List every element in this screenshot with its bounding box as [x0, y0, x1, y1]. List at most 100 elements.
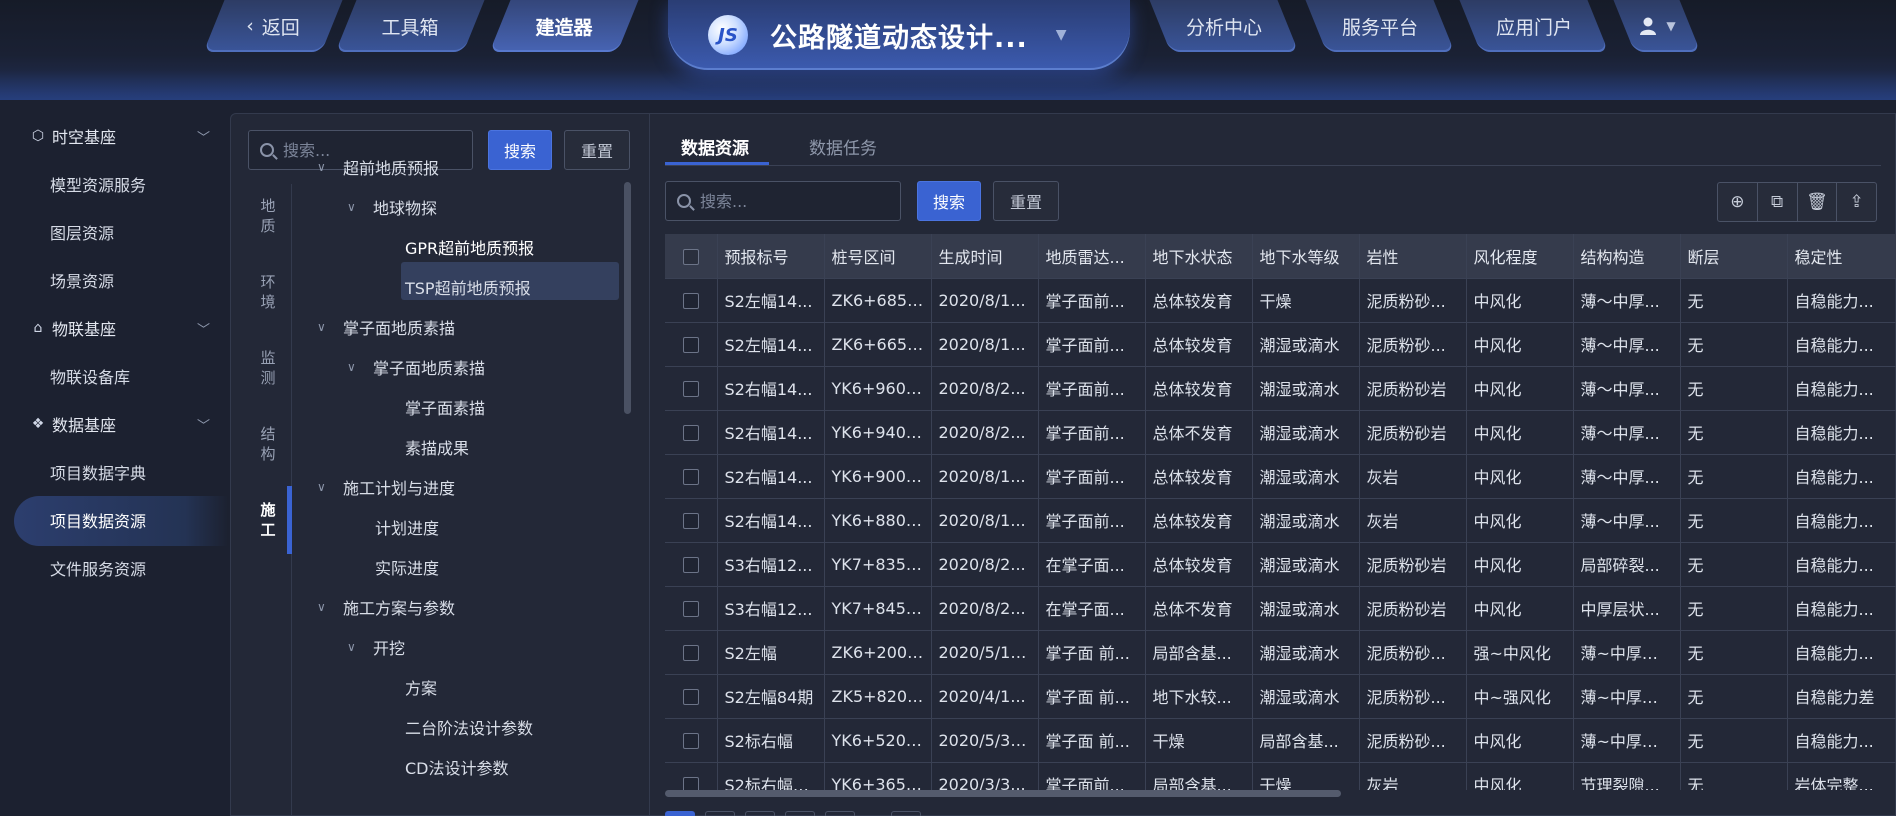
tree-node[interactable]: ∨ 开挖 — [347, 628, 405, 666]
share-icon: ⇪ — [1849, 192, 1864, 212]
tree-node-selected[interactable]: GPR超前地质预报 — [405, 228, 534, 266]
nav-builder[interactable]: 建造器 — [500, 0, 628, 52]
delete-button[interactable]: 🗑 — [1798, 183, 1838, 221]
tree-node[interactable]: 素描成果 — [405, 428, 469, 466]
table-cell: 潮湿或滴水 — [1252, 674, 1360, 719]
row-checkbox[interactable] — [682, 469, 699, 485]
column-header[interactable]: 地下水状态 — [1145, 234, 1253, 279]
app-brand-dropdown[interactable]: JS 公路隧道动态设计... ▼ — [668, 0, 1130, 70]
tree-reset-button[interactable]: 重置 — [564, 130, 630, 170]
nav-app-portal[interactable]: 应用门户 — [1470, 0, 1598, 52]
sidebar-item-layer-resource[interactable]: 图层资源 — [50, 215, 114, 249]
row-checkbox[interactable] — [682, 381, 699, 397]
user-menu[interactable]: ▼ — [1624, 0, 1690, 52]
table-row[interactable]: S3右幅12... YK7+845-... 2020/8/2... 在掌子面... 总体… — [665, 586, 1896, 631]
table-row[interactable]: S2右幅14... YK6+960-... 2020/8/2... 掌子面前... 总体… — [665, 366, 1896, 411]
pagination-page[interactable] — [705, 811, 735, 816]
table-row[interactable]: S2左幅14... ZK6+685-... 2020/8/1... 掌子面前... 总体… — [665, 278, 1896, 323]
pagination-page[interactable] — [785, 811, 815, 816]
tree-node[interactable]: 实际进度 — [375, 548, 439, 586]
table-row[interactable]: S3右幅12... YK7+835-... 2020/8/2... 在掌子面... 总体… — [665, 542, 1896, 587]
table-row[interactable]: S2右幅14... YK6+880-... 2020/8/1... 掌子面前... 总体… — [665, 498, 1896, 543]
row-checkbox[interactable] — [682, 557, 699, 573]
tree-node[interactable]: 掌子面素描 — [405, 388, 485, 426]
nav-analysis-center[interactable]: 分析中心 — [1160, 0, 1288, 52]
row-checkbox[interactable] — [682, 645, 699, 661]
back-button[interactable]: ‹ 返回 — [214, 0, 332, 52]
tree-node[interactable]: 方案 — [405, 668, 437, 706]
sidebar-group-spatial[interactable]: ⬡ 时空基座 ﹀ — [30, 120, 210, 152]
category-tab-structure[interactable]: 结 构 — [253, 424, 283, 464]
sidebar-item-scene-resource[interactable]: 场景资源 — [50, 263, 114, 297]
table-cell: 无 — [1680, 762, 1788, 790]
select-all-checkbox[interactable] — [682, 248, 699, 265]
pagination-page[interactable] — [891, 811, 921, 816]
table-row[interactable]: S2标右幅 YK6+520-... 2020/5/3 ... 掌子面 前... 干燥 局部… — [665, 718, 1896, 763]
table-row[interactable]: S2左幅 ZK6+200-... 2020/5/1 ... 掌子面 前... 局部含基.… — [665, 630, 1896, 675]
tab-data-task[interactable]: 数据任务 — [809, 128, 877, 164]
table-row[interactable]: S2左幅84期 ZK5+820-... 2020/4/1... 掌子面 前... 地下水… — [665, 674, 1896, 719]
category-tab-environment[interactable]: 环 境 — [253, 272, 283, 312]
sidebar-item-model-resource[interactable]: 模型资源服务 — [50, 167, 146, 201]
category-tab-geology[interactable]: 地 质 — [253, 196, 283, 236]
sidebar-item-iot-devices[interactable]: 物联设备库 — [50, 359, 130, 393]
column-header[interactable]: 结构构造 — [1573, 234, 1681, 279]
tree-node[interactable]: ∨ 地球物探 — [347, 188, 437, 226]
tree-node[interactable]: 计划进度 — [375, 508, 439, 546]
tree-node[interactable]: 二台阶法设计参数 — [405, 708, 533, 746]
tree-node[interactable]: CD法设计参数 — [405, 748, 509, 786]
row-checkbox[interactable] — [682, 513, 699, 529]
pagination-page-active[interactable] — [665, 811, 695, 816]
table-horizontal-scrollbar[interactable] — [665, 790, 1341, 797]
add-button[interactable]: ⊕ — [1718, 183, 1758, 221]
table-row[interactable]: S2右幅14... YK6+900-... 2020/8/1... 掌子面前... 总体… — [665, 454, 1896, 499]
row-checkbox[interactable] — [682, 601, 699, 617]
tree-node[interactable]: ∨ 施工方案与参数 — [317, 588, 455, 626]
sidebar-item-file-service[interactable]: 文件服务资源 — [50, 551, 146, 585]
nav-service-platform[interactable]: 服务平台 — [1316, 0, 1444, 52]
column-header[interactable]: 岩性 — [1359, 234, 1467, 279]
nav-toolbox[interactable]: 工具箱 — [346, 0, 474, 52]
table-row[interactable]: S2标右幅1... YK6+365-... 2020/3/3... 掌子面前... 局部… — [665, 762, 1896, 790]
column-header[interactable]: 风化程度 — [1466, 234, 1574, 279]
column-header[interactable]: 地下水等级 — [1252, 234, 1360, 279]
sidebar-group-data[interactable]: ❖ 数据基座 ﹀ — [30, 408, 210, 440]
tree-scrollbar[interactable] — [624, 182, 631, 414]
column-header[interactable]: 地质雷达... — [1038, 234, 1146, 279]
tree-node[interactable]: ∨ 超前地质预报 — [317, 148, 439, 186]
category-tab-monitoring[interactable]: 监 测 — [253, 348, 283, 388]
tree-search-button[interactable]: 搜索 — [488, 130, 552, 170]
sidebar-item-data-dictionary[interactable]: 项目数据字典 — [50, 455, 146, 489]
table-row[interactable]: S2右幅14... YK6+940-... 2020/8/2... 掌子面前... 总体… — [665, 410, 1896, 455]
table-search-button[interactable]: 搜索 — [917, 181, 981, 221]
table-cell: 局部含基... — [1145, 762, 1253, 790]
copy-add-button[interactable]: ⧉ — [1758, 183, 1798, 221]
tree-node[interactable]: TSP超前地质预报 — [405, 268, 531, 306]
column-header[interactable]: 桩号区间 — [824, 234, 932, 279]
tree-node[interactable]: ∨ 掌子面地质素描 — [347, 348, 485, 386]
sidebar-group-iot[interactable]: ⌂ 物联基座 ﹀ — [30, 312, 210, 344]
row-checkbox[interactable] — [682, 689, 699, 705]
row-checkbox[interactable] — [682, 293, 699, 309]
table-cell: 中风化 — [1466, 762, 1574, 790]
pagination-page[interactable] — [745, 811, 775, 816]
tab-data-resource[interactable]: 数据资源 — [681, 128, 749, 164]
pagination-page[interactable] — [825, 811, 855, 816]
column-header[interactable]: 生成时间 — [931, 234, 1039, 279]
category-tab-construction[interactable]: 施 工 — [253, 500, 283, 540]
table-reset-button[interactable]: 重置 — [993, 181, 1059, 221]
row-checkbox[interactable] — [682, 777, 699, 790]
column-header[interactable]: 稳定性 — [1787, 234, 1896, 279]
row-checkbox[interactable] — [682, 733, 699, 749]
table-search-input-wrapper[interactable] — [665, 181, 901, 221]
sidebar-item-project-data-resource[interactable]: 项目数据资源 — [50, 503, 146, 537]
column-header[interactable]: 断层 — [1680, 234, 1788, 279]
table-search-input[interactable] — [700, 191, 900, 211]
tree-node[interactable]: ∨ 施工计划与进度 — [317, 468, 455, 506]
tree-node[interactable]: ∨ 掌子面地质素描 — [317, 308, 455, 346]
table-row[interactable]: S2左幅14... ZK6+665-... 2020/8/1... 掌子面前... 总体… — [665, 322, 1896, 367]
column-header[interactable]: 预报标号 — [717, 234, 825, 279]
row-checkbox[interactable] — [682, 425, 699, 441]
row-checkbox[interactable] — [682, 337, 699, 353]
export-button[interactable]: ⇪ — [1837, 183, 1876, 221]
